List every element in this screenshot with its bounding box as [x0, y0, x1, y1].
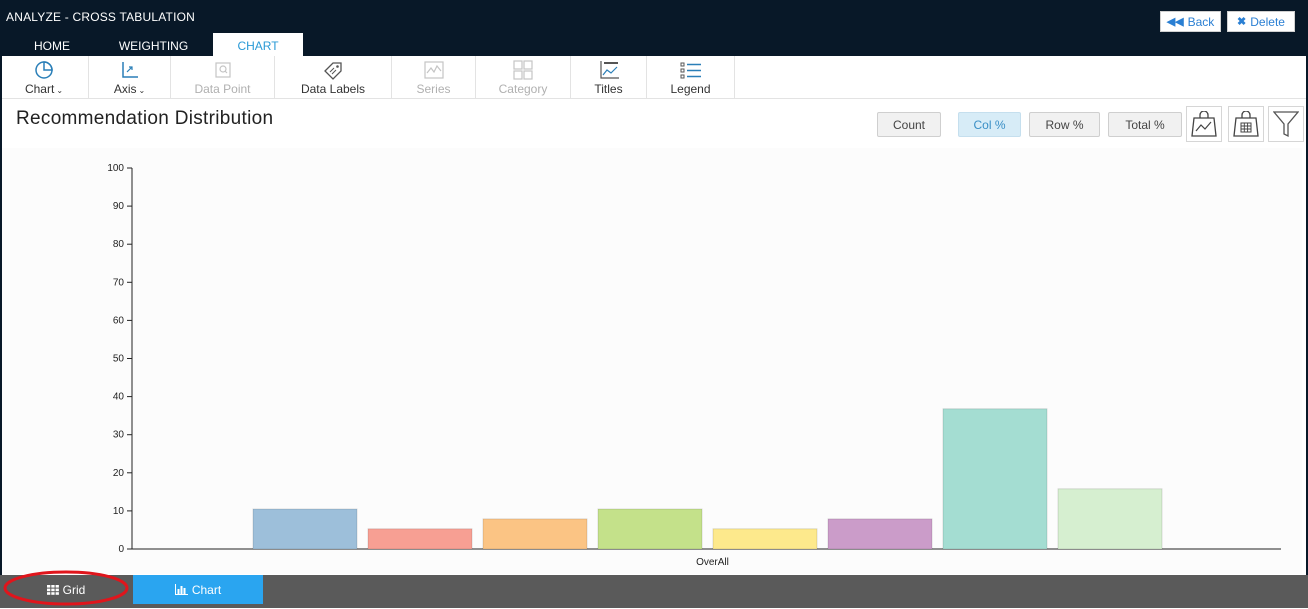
tag-icon — [322, 59, 344, 81]
bar-4 — [597, 508, 703, 550]
chart-area: 0 10 20 30 40 50 60 70 80 90 100 OverAll — [2, 148, 1302, 574]
bar-3 — [482, 518, 588, 550]
tab-weighting[interactable]: WEIGHTING — [94, 33, 213, 56]
bar-2 — [367, 528, 473, 550]
ribbon-category-button: Category — [476, 56, 571, 98]
data-point-icon — [214, 59, 232, 81]
count-button[interactable]: Count — [877, 112, 941, 137]
y-tick-label: 100 — [107, 163, 124, 174]
ribbon-chart-button[interactable]: Chart ⌄ — [0, 56, 89, 98]
axis-icon — [120, 59, 140, 81]
y-tick-label: 90 — [113, 201, 125, 212]
chart-view-label: Chart — [191, 582, 222, 597]
y-tick-label: 70 — [113, 277, 125, 288]
ribbon-series-button: Series — [392, 56, 476, 98]
chart-view-tab[interactable]: Chart — [133, 575, 263, 604]
double-left-arrow-icon: ◀◀ — [1166, 16, 1184, 28]
back-button[interactable]: ◀◀ Back — [1160, 11, 1221, 32]
x-category-label: OverAll — [696, 557, 729, 568]
x-icon: ✖ — [1237, 16, 1247, 28]
main-tabs: HOME WEIGHTING CHART — [10, 33, 303, 56]
filter-icon — [1273, 111, 1299, 138]
row-percent-button[interactable]: Row % — [1029, 112, 1100, 137]
ribbon-titles-button[interactable]: Titles — [571, 56, 647, 98]
table-lock-icon — [1233, 111, 1259, 137]
legend-icon — [680, 59, 702, 81]
bar-6 — [827, 518, 933, 550]
app-title: ANALYZE - CROSS TABULATION — [6, 10, 196, 24]
filter-button[interactable] — [1268, 106, 1304, 142]
chart-ribbon: Chart ⌄ Axis ⌄ Data Point Data Labels Seri… — [0, 56, 1308, 99]
y-tick-label: 0 — [118, 544, 124, 555]
bar-chart-icon — [174, 584, 188, 595]
y-tick-label: 60 — [113, 315, 125, 326]
chevron-down-icon: ⌄ — [138, 86, 146, 95]
bar-1 — [252, 508, 358, 550]
chart-lock-icon — [1191, 111, 1217, 137]
bar-chart: 0 10 20 30 40 50 60 70 80 90 100 OverAll — [107, 163, 1281, 568]
delete-button-label: Delete — [1250, 14, 1285, 29]
table-lock-button[interactable] — [1228, 106, 1264, 142]
ribbon-titles-label: Titles — [594, 82, 623, 96]
bar-7 — [942, 408, 1048, 550]
category-icon — [513, 59, 533, 81]
y-tick-label: 80 — [113, 239, 125, 250]
ribbon-chart-label: Chart — [24, 82, 55, 96]
ribbon-axis-label: Axis — [113, 82, 137, 96]
ribbon-data-point-label: Data Point — [194, 82, 251, 96]
bar-8 — [1057, 488, 1163, 550]
view-switcher-bar: Grid Chart — [0, 570, 1308, 608]
total-percent-button[interactable]: Total % — [1108, 112, 1182, 137]
ribbon-series-label: Series — [416, 82, 451, 96]
chart-lock-button[interactable] — [1186, 106, 1222, 142]
red-circle-annotation — [3, 570, 129, 606]
ribbon-data-labels-label: Data Labels — [300, 82, 366, 96]
ribbon-axis-button[interactable]: Axis ⌄ — [89, 56, 171, 98]
y-tick-label: 40 — [113, 392, 125, 403]
tab-home[interactable]: HOME — [10, 33, 94, 56]
y-tick-label: 50 — [113, 354, 125, 365]
app-header: ANALYZE - CROSS TABULATION ◀◀ Back ✖ Del… — [0, 0, 1308, 56]
ribbon-category-label: Category — [498, 82, 548, 96]
ribbon-legend-button[interactable]: Legend — [647, 56, 735, 98]
ribbon-data-labels-button[interactable]: Data Labels — [275, 56, 392, 98]
pie-chart-icon — [34, 59, 54, 81]
chevron-down-icon: ⌄ — [56, 86, 64, 95]
back-button-label: Back — [1187, 14, 1215, 29]
ribbon-data-point-button: Data Point — [171, 56, 275, 98]
col-percent-button[interactable]: Col % — [958, 112, 1021, 137]
ribbon-legend-label: Legend — [670, 82, 711, 96]
bar-5 — [712, 528, 818, 550]
y-tick-label: 30 — [113, 430, 125, 441]
delete-button[interactable]: ✖ Delete — [1227, 11, 1295, 32]
tab-chart[interactable]: CHART — [213, 33, 303, 56]
y-tick-label: 20 — [113, 468, 125, 479]
series-icon — [423, 59, 444, 81]
y-tick-label: 10 — [113, 506, 125, 517]
page-title: Recommendation Distribution — [16, 108, 274, 129]
titles-icon — [598, 59, 620, 81]
